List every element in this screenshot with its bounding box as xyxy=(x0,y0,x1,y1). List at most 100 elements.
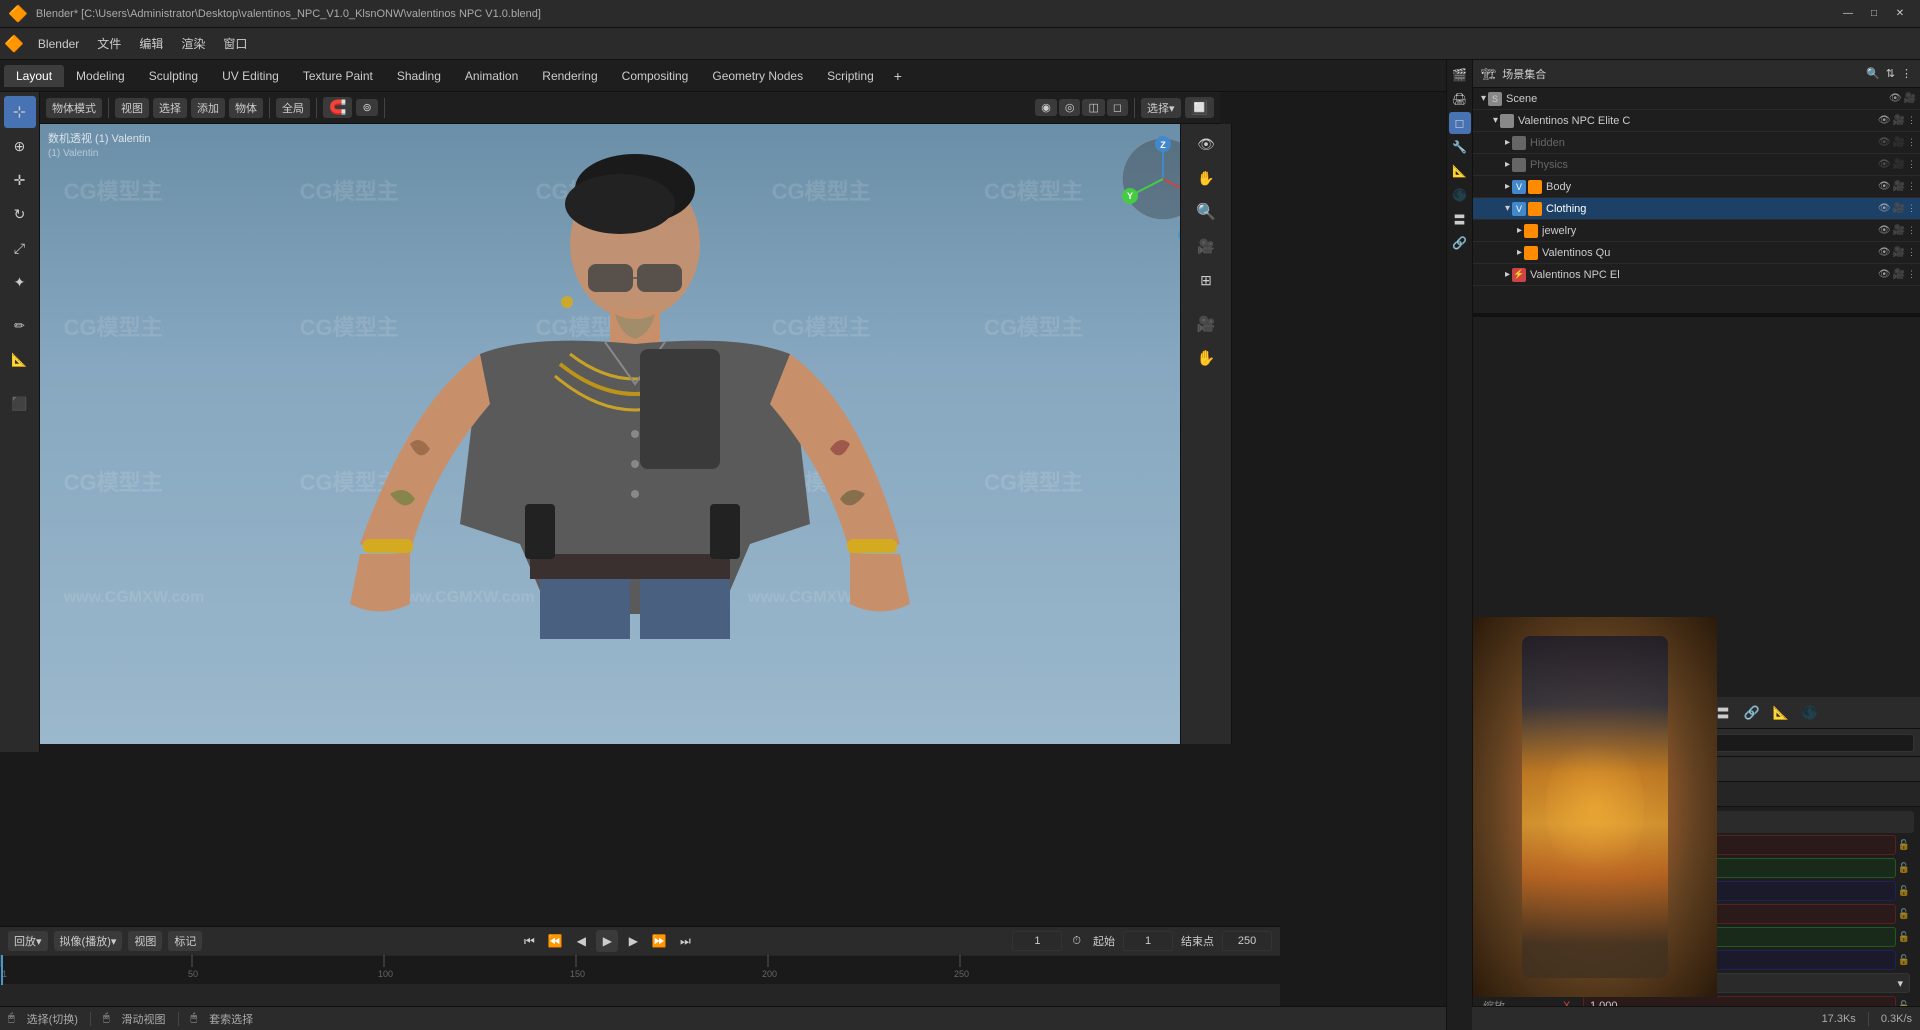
step-forward-button[interactable]: ▶ xyxy=(622,930,644,952)
menu-edit[interactable]: 文件 xyxy=(89,33,129,54)
clothing-render[interactable]: 🎥 xyxy=(1893,203,1905,214)
phys-vis[interactable]: 👁 xyxy=(1878,159,1891,170)
body-render[interactable]: 🎥 xyxy=(1893,181,1905,192)
tab-scripting[interactable]: Scripting xyxy=(815,65,886,87)
shading-wireframe[interactable]: ◻ xyxy=(1107,99,1128,116)
prop-icon-modifier[interactable]: 🔧 xyxy=(1449,136,1471,158)
viewport-3d[interactable]: CG模型主 CG模型主 CG模型主 CG模型主 CG模型主 CG模型主 CG模型… xyxy=(40,124,1220,744)
next-keyframe-button[interactable]: ⏩ xyxy=(648,930,670,952)
body-vis[interactable]: 👁 xyxy=(1878,181,1891,192)
outliner-item-scene[interactable]: ▾ S Scene 👁 🎥 xyxy=(1473,88,1920,110)
add-menu[interactable]: 添加 xyxy=(191,98,225,118)
timeline-view-button[interactable]: 视图 xyxy=(128,931,162,951)
add-cube-tool[interactable]: ⬛ xyxy=(4,388,36,420)
shading-solid[interactable]: ◉ xyxy=(1035,99,1057,116)
outliner-item-valentinos-npc[interactable]: ▸ ⚡ Valentinos NPC El 👁 🎥 ⋮ xyxy=(1473,264,1920,286)
select-box-tool[interactable]: ⊹ xyxy=(4,96,36,128)
position-z-lock[interactable]: 🔓 xyxy=(1898,886,1910,897)
outliner-item-body[interactable]: ▸ V Body 👁 🎥 ⋮ xyxy=(1473,176,1920,198)
overlay-toggle[interactable]: 选择▾ xyxy=(1141,98,1181,118)
scene-render[interactable]: 🎥 xyxy=(1904,93,1916,104)
camera-view-button[interactable]: 🎥 xyxy=(1190,230,1222,262)
prop-icon-physics[interactable]: 〓 xyxy=(1449,208,1471,230)
tab-animation[interactable]: Animation xyxy=(453,65,530,87)
tab-texture-paint[interactable]: Texture Paint xyxy=(291,65,385,87)
shading-material[interactable]: ◎ xyxy=(1059,99,1081,116)
outliner-item-valentinos-qu[interactable]: ▸ Valentinos Qu 👁 🎥 ⋮ xyxy=(1473,242,1920,264)
rotate-tool[interactable]: ↻ xyxy=(4,198,36,230)
select-menu[interactable]: 选择 xyxy=(153,98,187,118)
annotate-tool[interactable]: ✏ xyxy=(4,310,36,342)
camera-icon-right[interactable]: 🎥 xyxy=(1190,308,1222,340)
timeline-mode-button[interactable]: 回放▾ xyxy=(8,931,48,951)
jew-render[interactable]: 🎥 xyxy=(1893,225,1905,236)
val-qu-expand-icon[interactable]: ▸ xyxy=(1517,247,1522,258)
scene-expand-icon[interactable]: ▾ xyxy=(1481,93,1486,104)
jump-start-button[interactable]: ⏮ xyxy=(518,930,540,952)
scale-tool[interactable]: ⤢ xyxy=(4,232,36,264)
npc-expand-icon[interactable]: ▸ xyxy=(1505,269,1510,280)
move-viewport-button[interactable]: ✋ xyxy=(1190,162,1222,194)
hidden-vis[interactable]: 👁 xyxy=(1878,137,1891,148)
jew-vis[interactable]: 👁 xyxy=(1878,225,1891,236)
prop-tab-material[interactable]: 🌑 xyxy=(1796,700,1824,726)
jewelry-expand-icon[interactable]: ▸ xyxy=(1517,225,1522,236)
gizmo-toggle[interactable]: 🔲 xyxy=(1185,97,1214,118)
col-visibility[interactable]: 👁 xyxy=(1878,115,1891,126)
outliner-item-physics[interactable]: ▸ Physics 👁 🎥 ⋮ xyxy=(1473,154,1920,176)
col-more[interactable]: ⋮ xyxy=(1907,115,1916,126)
add-workspace-button[interactable]: + xyxy=(886,64,910,88)
prop-icon-constraints[interactable]: 🔗 xyxy=(1449,232,1471,254)
tab-rendering[interactable]: Rendering xyxy=(530,65,609,87)
zoom-button[interactable]: 🔍 xyxy=(1190,196,1222,228)
jump-end-button[interactable]: ⏭ xyxy=(674,930,696,952)
timeline-playback-button[interactable]: 拟像(播放)▾ xyxy=(54,931,123,951)
outliner-item-hidden[interactable]: ▸ Hidden 👁 🎥 ⋮ xyxy=(1473,132,1920,154)
prop-tab-data[interactable]: 📐 xyxy=(1767,700,1795,726)
maximize-button[interactable]: □ xyxy=(1862,5,1886,23)
timeline-marker-button[interactable]: 标记 xyxy=(168,931,202,951)
prop-icon-render[interactable]: 🖨 xyxy=(1449,88,1471,110)
view-menu[interactable]: 视图 xyxy=(115,98,149,118)
tab-sculpting[interactable]: Sculpting xyxy=(137,65,210,87)
view-3d-button[interactable]: 👁 xyxy=(1190,128,1222,160)
tab-layout[interactable]: Layout xyxy=(4,65,64,87)
prop-icon-object[interactable]: ◻ xyxy=(1449,112,1471,134)
position-x-lock[interactable]: 🔓 xyxy=(1898,840,1910,851)
step-back-button[interactable]: ◀ xyxy=(570,930,592,952)
menu-window[interactable]: 渲染 xyxy=(173,33,213,54)
rotation-x-lock[interactable]: 🔓 xyxy=(1898,909,1910,920)
timeline-ruler[interactable]: 1 50 100 150 200 250 1 10 20 30 40 50 60… xyxy=(0,955,1280,1007)
object-mode-dropdown[interactable]: 物体模式 xyxy=(46,98,102,118)
outliner-item-collection[interactable]: ▾ Valentinos NPC Elite C 👁 🎥 ⋮ xyxy=(1473,110,1920,132)
vq-render[interactable]: 🎥 xyxy=(1893,247,1905,258)
col-render[interactable]: 🎥 xyxy=(1893,115,1905,126)
tab-uv-editing[interactable]: UV Editing xyxy=(210,65,291,87)
rotation-y-lock[interactable]: 🔓 xyxy=(1898,932,1910,943)
proportional-edit[interactable]: ⊚ xyxy=(356,99,377,116)
tab-geometry-nodes[interactable]: Geometry Nodes xyxy=(700,65,815,87)
hidden-expand-icon[interactable]: ▸ xyxy=(1505,137,1510,148)
body-expand-icon[interactable]: ▸ xyxy=(1505,181,1510,192)
scene-filter-icon[interactable]: 🔍 xyxy=(1866,67,1880,80)
outliner-item-clothing[interactable]: ▾ V Clothing 👁 🎥 ⋮ xyxy=(1473,198,1920,220)
scene-sort-icon[interactable]: ⇅ xyxy=(1886,67,1895,80)
rotation-z-lock[interactable]: 🔓 xyxy=(1898,955,1910,966)
menu-file[interactable]: Blender xyxy=(30,35,87,53)
shading-rendered[interactable]: ◫ xyxy=(1082,99,1104,116)
transform-tool[interactable]: ✦ xyxy=(4,266,36,298)
scene-options-icon[interactable]: ⋮ xyxy=(1901,67,1912,80)
close-button[interactable]: ✕ xyxy=(1888,5,1912,23)
outliner-item-jewelry[interactable]: ▸ jewelry 👁 🎥 ⋮ xyxy=(1473,220,1920,242)
panel-divider[interactable] xyxy=(1473,313,1920,317)
prop-icon-material[interactable]: 🌑 xyxy=(1449,184,1471,206)
snap-toggle[interactable]: 🧲 xyxy=(323,97,352,118)
object-menu[interactable]: 物体 xyxy=(229,98,263,118)
prop-icon-data[interactable]: 📐 xyxy=(1449,160,1471,182)
menu-help[interactable]: 窗口 xyxy=(215,33,255,54)
minimize-button[interactable]: — xyxy=(1836,5,1860,23)
tab-modeling[interactable]: Modeling xyxy=(64,65,137,87)
npc-vis[interactable]: 👁 xyxy=(1878,269,1891,280)
physics-expand-icon[interactable]: ▸ xyxy=(1505,159,1510,170)
vq-vis[interactable]: 👁 xyxy=(1878,247,1891,258)
